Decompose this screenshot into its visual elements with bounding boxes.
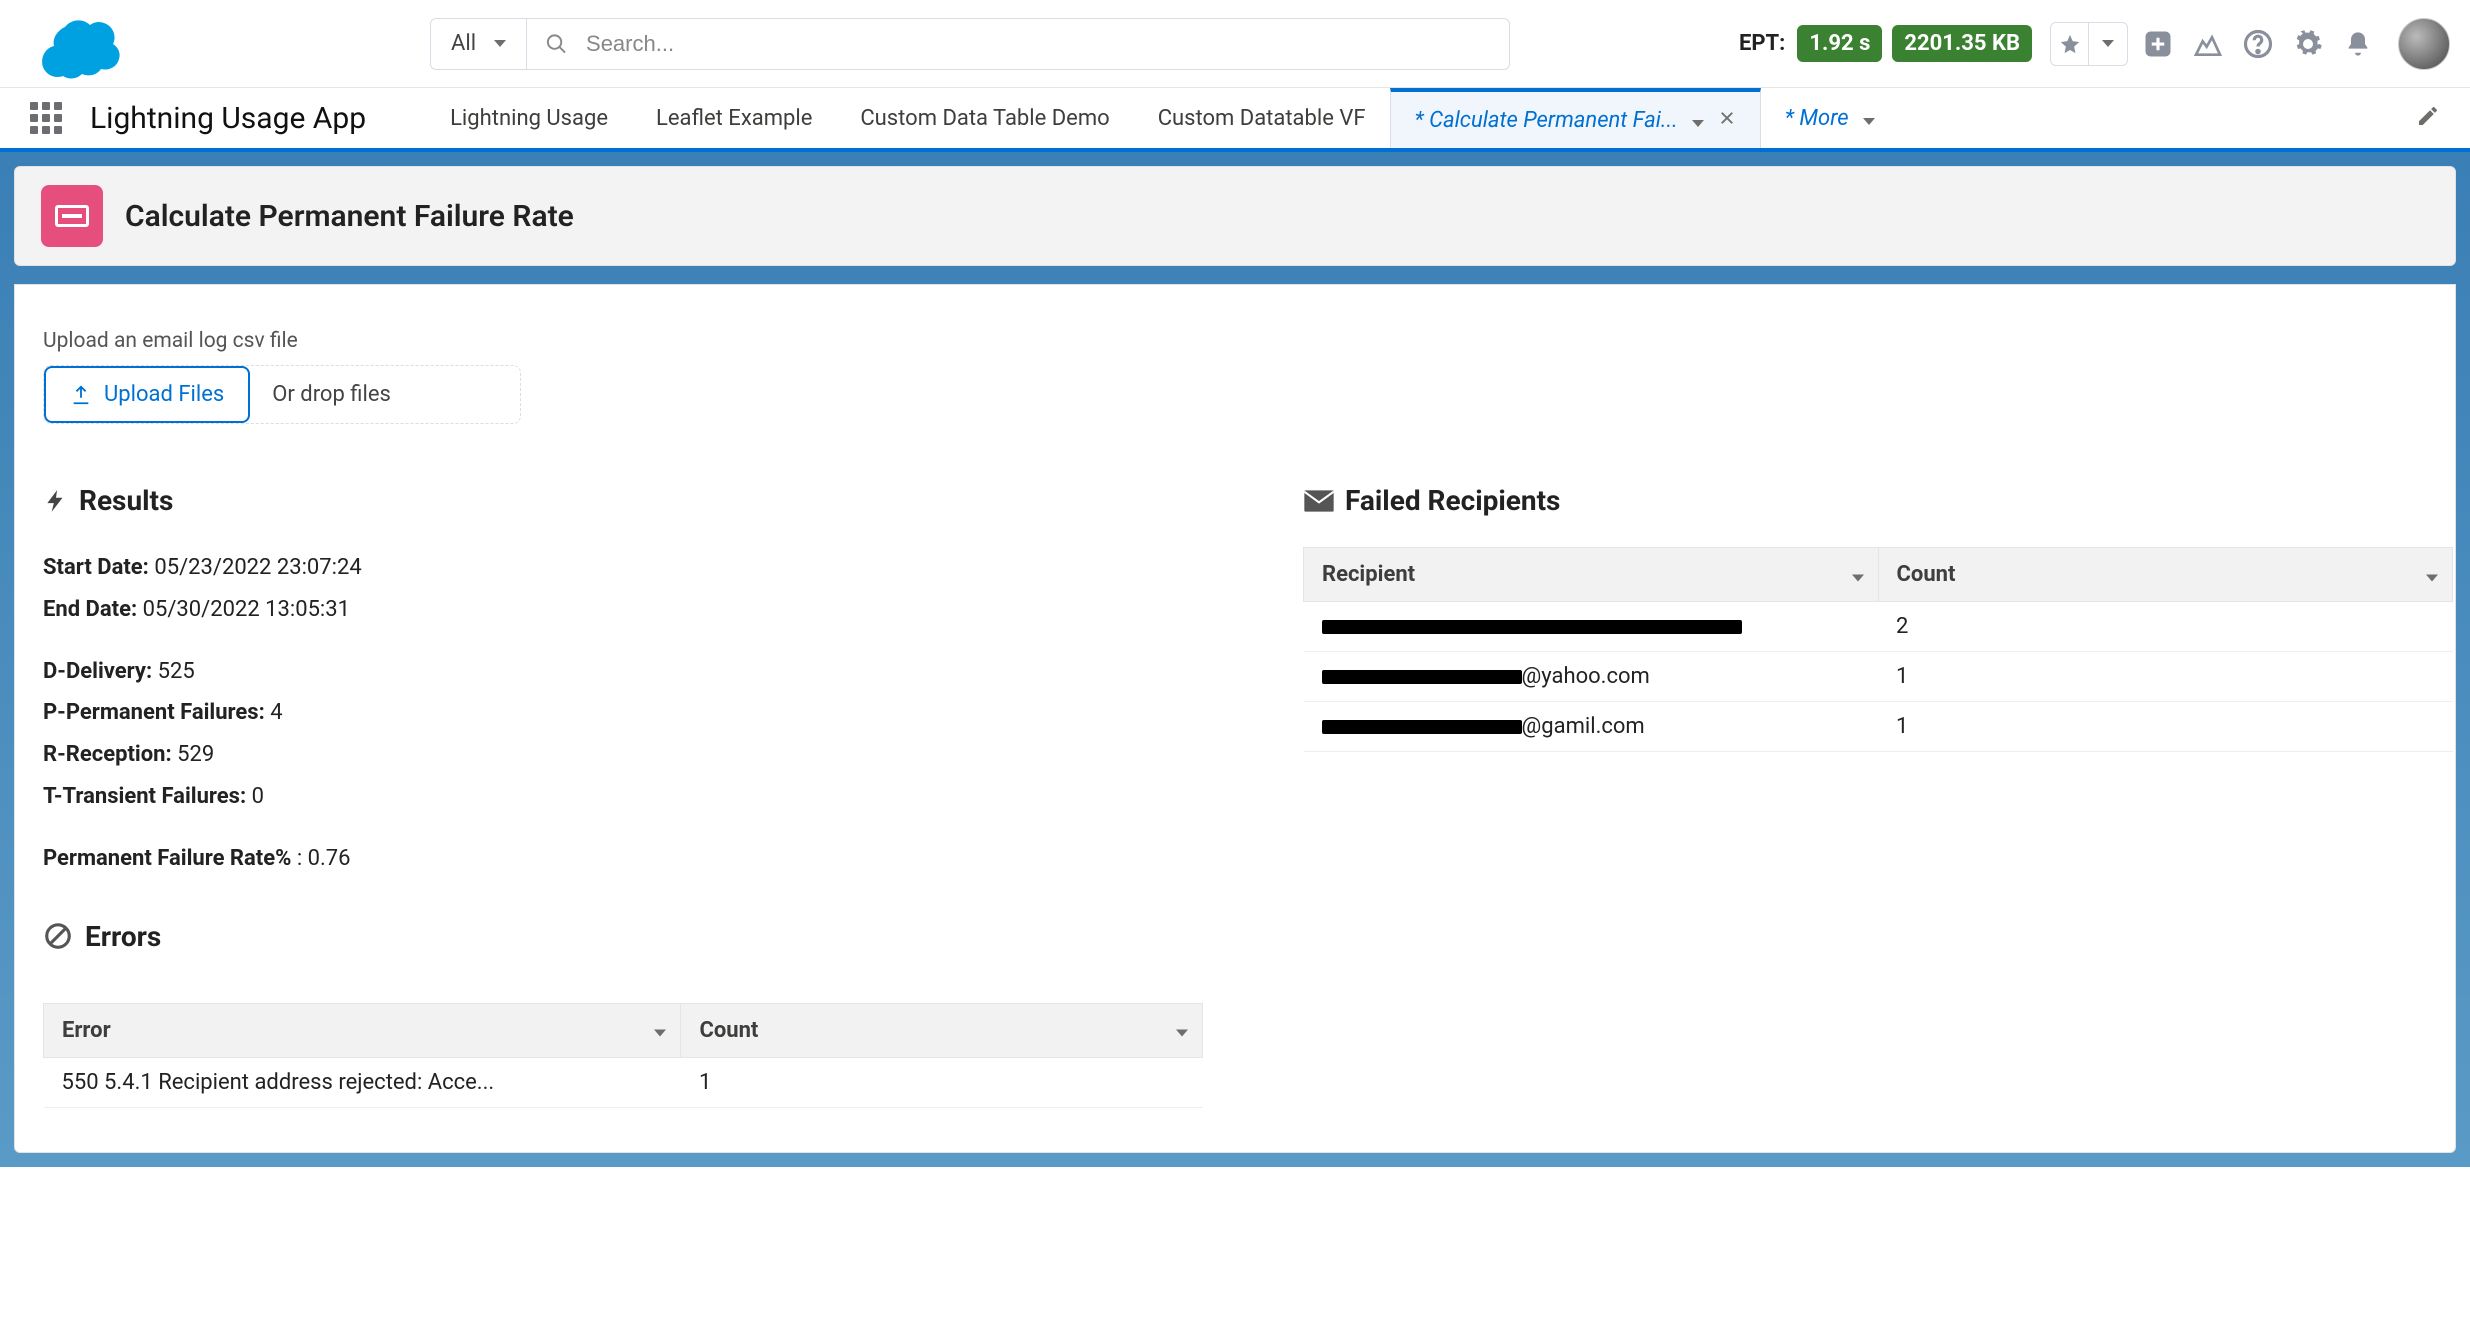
search-object-switcher[interactable]: All [431, 19, 527, 69]
upload-files-button[interactable]: Upload Files [44, 366, 250, 423]
recipients-table: Recipient Count 2 [1303, 547, 2453, 752]
redacted [1322, 620, 1742, 634]
more-label: * More [1785, 106, 1849, 131]
favorites-combo[interactable] [2050, 22, 2128, 66]
drop-text: Or drop files [250, 366, 413, 423]
tab-custom-datatable-vf[interactable]: Custom Datatable VF [1134, 88, 1390, 148]
recipients-col-recipient[interactable]: Recipient [1304, 548, 1879, 602]
failed-recipients-heading: Failed Recipients [1303, 484, 2453, 517]
table-row: @gamil.com 1 [1304, 702, 2453, 752]
errors-col-count[interactable]: Count [681, 1003, 1203, 1057]
chevron-down-icon[interactable] [1852, 562, 1864, 587]
chevron-down-icon[interactable] [1176, 1018, 1188, 1043]
salesforce-cloud-logo[interactable] [30, 9, 130, 79]
errors-heading: Errors [43, 920, 1263, 953]
envelope-icon [1303, 489, 1335, 513]
errors-col-error[interactable]: Error [44, 1003, 681, 1057]
file-drop-zone[interactable]: Upload Files Or drop files [43, 365, 521, 424]
chevron-down-icon[interactable] [2089, 23, 2127, 65]
app-launcher-icon[interactable] [30, 102, 62, 134]
lightning-icon [43, 486, 69, 516]
bell-icon[interactable] [2338, 24, 2378, 64]
chevron-down-icon[interactable] [1692, 108, 1704, 133]
recipient-cell: @gamil.com [1304, 702, 1879, 752]
trailhead-icon[interactable] [2188, 24, 2228, 64]
app-name: Lightning Usage App [90, 101, 366, 136]
search-icon [545, 32, 568, 56]
close-icon[interactable] [1718, 108, 1736, 133]
page-icon [41, 185, 103, 247]
help-icon[interactable] [2238, 24, 2278, 64]
ept-size-badge: 2201.35 KB [1892, 25, 2032, 62]
pencil-icon[interactable] [2416, 104, 2440, 132]
upload-label: Upload an email log csv file [43, 329, 2427, 353]
page-title: Calculate Permanent Failure Rate [125, 199, 574, 234]
count-cell: 1 [681, 1057, 1203, 1107]
avatar[interactable] [2398, 18, 2450, 70]
chevron-down-icon[interactable] [2426, 562, 2438, 587]
tab-more[interactable]: * More [1761, 88, 1899, 148]
count-cell: 2 [1878, 602, 2453, 652]
redacted [1322, 720, 1522, 734]
star-icon[interactable] [2051, 23, 2089, 65]
global-search: All [430, 18, 1510, 70]
upload-button-label: Upload Files [104, 382, 224, 407]
gear-icon[interactable] [2288, 24, 2328, 64]
ept-time-badge: 1.92 s [1797, 25, 1882, 62]
table-row: @yahoo.com 1 [1304, 652, 2453, 702]
ban-icon [43, 921, 73, 951]
table-row: 2 [1304, 602, 2453, 652]
errors-table: Error Count 550 5.4.1 Recipient address … [43, 1003, 1203, 1108]
search-object-label: All [451, 31, 476, 56]
page-header: Calculate Permanent Failure Rate [14, 166, 2456, 266]
chevron-down-icon[interactable] [654, 1018, 666, 1043]
results-heading: Results [43, 484, 1263, 517]
recipient-cell: @yahoo.com [1304, 652, 1879, 702]
add-icon[interactable] [2138, 24, 2178, 64]
redacted [1322, 670, 1522, 684]
tab-custom-data-table-demo[interactable]: Custom Data Table Demo [836, 88, 1133, 148]
active-tab-label: * Calculate Permanent Fai... [1415, 108, 1678, 133]
count-cell: 1 [1878, 652, 2453, 702]
global-header: All EPT: 1.92 s 2201.35 KB [0, 0, 2470, 88]
page-body: Calculate Permanent Failure Rate Upload … [0, 152, 2470, 1167]
error-cell: 550 5.4.1 Recipient address rejected: Ac… [44, 1057, 681, 1107]
recipient-cell [1304, 602, 1879, 652]
tab-lightning-usage[interactable]: Lightning Usage [426, 88, 632, 148]
table-row: 550 5.4.1 Recipient address rejected: Ac… [44, 1057, 1203, 1107]
chevron-down-icon[interactable] [1863, 106, 1875, 131]
ept-label: EPT: [1739, 31, 1785, 56]
app-nav-bar: Lightning Usage App Lightning Usage Leaf… [0, 88, 2470, 152]
tab-calculate-permanent-failure[interactable]: * Calculate Permanent Fai... [1390, 88, 1761, 148]
main-content: Upload an email log csv file Upload File… [14, 284, 2456, 1153]
search-input[interactable] [586, 31, 1491, 57]
results-summary: Start Date: 05/23/2022 23:07:24 End Date… [43, 547, 1263, 880]
count-cell: 1 [1878, 702, 2453, 752]
recipients-col-count[interactable]: Count [1878, 548, 2453, 602]
tab-leaflet-example[interactable]: Leaflet Example [632, 88, 836, 148]
upload-icon [70, 384, 92, 406]
chevron-down-icon [494, 40, 506, 47]
